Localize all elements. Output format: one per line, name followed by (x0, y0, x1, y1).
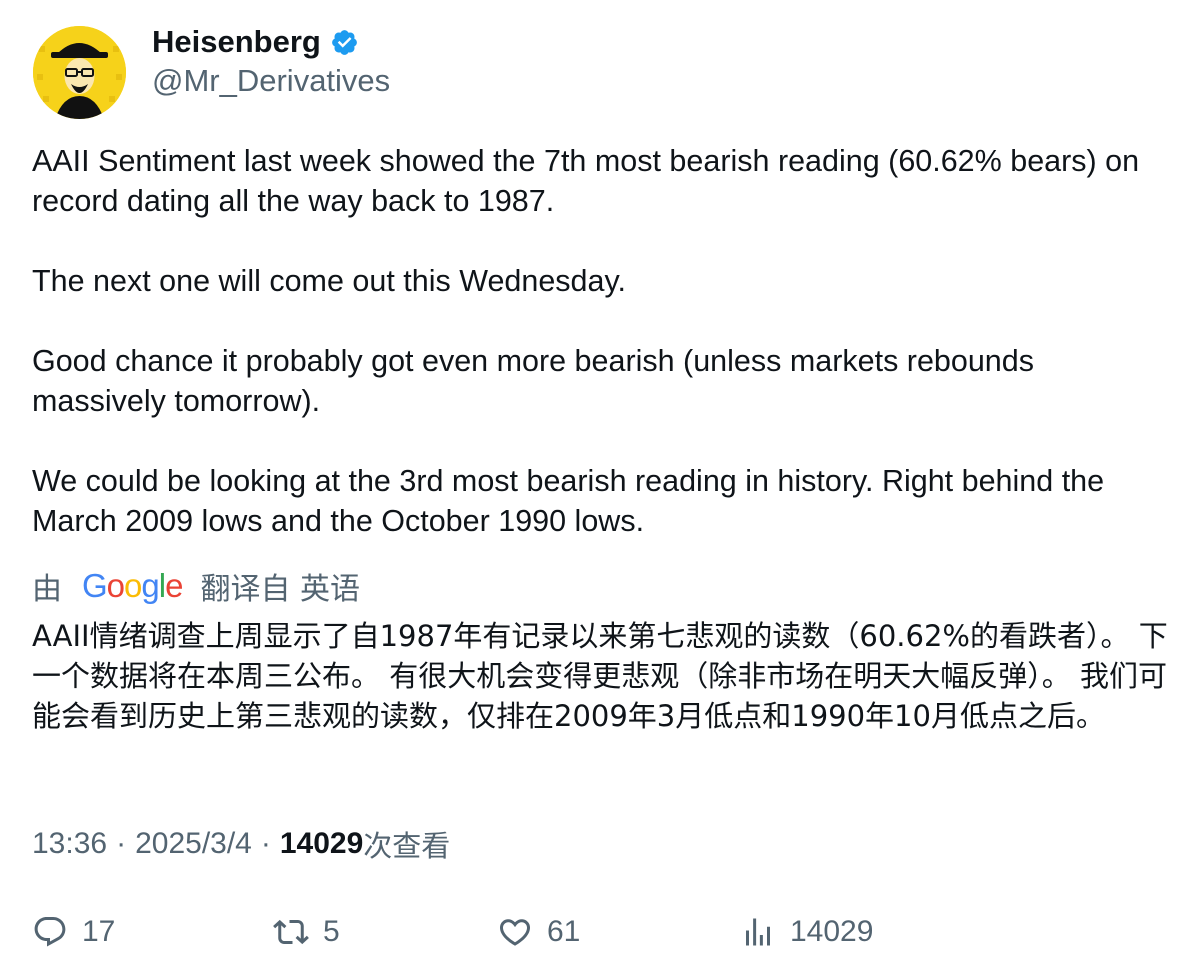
retweet-icon (273, 919, 309, 945)
views-button[interactable]: 14029 (740, 912, 873, 952)
tweet-paragraph: The next one will come out this Wednesda… (32, 264, 626, 298)
tweet-text: AAII Sentiment last week showed the 7th … (32, 141, 1172, 581)
views-icon (746, 918, 770, 946)
retweet-button[interactable]: 5 (273, 912, 340, 952)
like-icon (499, 919, 531, 946)
meta-separator: · (116, 827, 127, 860)
views-label: 次查看 (363, 829, 451, 863)
google-logo: Google (82, 567, 183, 604)
translation-attribution[interactable]: 由 Google 翻译自 英语 (32, 566, 360, 607)
views-action-count: 14029 (790, 915, 874, 948)
like-button[interactable]: 61 (497, 912, 580, 952)
tweet-date[interactable]: 2025/3/4 (135, 827, 252, 861)
views-count: 14029 (279, 827, 364, 860)
reply-count: 17 (82, 915, 116, 948)
tweet-paragraph: AAII Sentiment last week showed the 7th … (32, 144, 1140, 218)
author-name-row: Heisenberg (152, 22, 359, 62)
verified-badge-icon[interactable] (330, 28, 359, 57)
translation-prefix: 由 (32, 572, 62, 607)
reply-icon (34, 917, 66, 947)
translated-text: AAII情绪调查上周显示了自1987年有记录以来第七悲观的读数（60.62%的看… (32, 619, 1168, 733)
retweet-count: 5 (323, 915, 340, 948)
tweet-paragraph: Good chance it probably got even more be… (32, 344, 1034, 418)
avatar[interactable] (33, 26, 126, 119)
reply-button[interactable]: 17 (32, 912, 115, 952)
tweet-meta: 13:36 · 2025/3/4 · 14029 次查看 (32, 824, 450, 864)
like-count: 61 (547, 915, 581, 948)
meta-separator: · (260, 827, 271, 860)
tweet-paragraph: We could be looking at the 3rd most bear… (32, 464, 1105, 538)
translation-source-label: 翻译自 英语 (200, 572, 360, 607)
avatar-image (33, 26, 126, 119)
author-display-name[interactable]: Heisenberg (152, 22, 321, 62)
author-handle[interactable]: @Mr_Derivatives (152, 62, 390, 100)
tweet-time[interactable]: 13:36 (32, 827, 107, 861)
